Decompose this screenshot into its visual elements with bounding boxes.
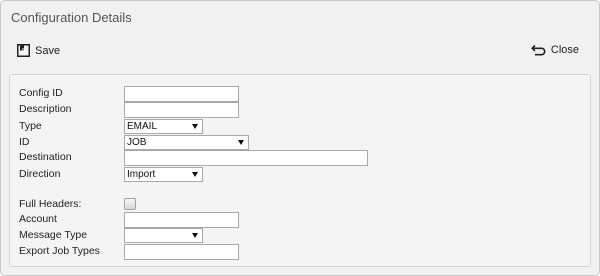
dropdown-arrow-icon [192, 172, 198, 177]
save-label: Save [35, 44, 61, 57]
description-label: Description [19, 103, 72, 115]
dropdown-arrow-icon [238, 140, 244, 145]
id-label: ID [19, 136, 30, 148]
undo-arrow-icon [530, 44, 546, 56]
destination-label: Destination [19, 151, 72, 163]
save-icon [17, 44, 30, 57]
dropdown-arrow-icon [192, 233, 198, 238]
account-label: Account [19, 213, 57, 225]
type-selected-value: EMAIL [127, 121, 158, 132]
direction-selected-value: Import [127, 169, 156, 180]
export-job-types-label: Export Job Types [19, 245, 100, 257]
direction-row: Direction Import [19, 167, 203, 182]
dropdown-arrow-icon [192, 124, 198, 129]
type-select[interactable]: EMAIL [124, 119, 203, 134]
id-select[interactable]: JOB [124, 135, 249, 150]
export-job-types-input[interactable] [124, 244, 239, 260]
destination-input[interactable] [124, 150, 368, 166]
config-id-input[interactable] [124, 86, 239, 102]
close-label: Close [550, 44, 579, 56]
configuration-dialog: Configuration Details Save Close Config … [0, 0, 600, 276]
direction-label: Direction [19, 168, 61, 180]
message-type-select[interactable] [124, 228, 203, 243]
description-input[interactable] [124, 102, 239, 118]
id-row: ID JOB [19, 135, 249, 150]
type-row: Type EMAIL [19, 119, 203, 134]
close-button[interactable]: Close [530, 44, 579, 56]
full-headers-checkbox[interactable] [124, 198, 136, 210]
dialog-title: Configuration Details [11, 10, 132, 25]
id-selected-value: JOB [127, 137, 147, 148]
account-input[interactable] [124, 212, 239, 228]
config-id-label: Config ID [19, 87, 63, 99]
full-headers-label: Full Headers: [19, 198, 82, 210]
save-button[interactable]: Save [17, 44, 60, 57]
message-type-label: Message Type [19, 229, 88, 241]
type-label: Type [19, 120, 42, 132]
message-type-row: Message Type [19, 228, 203, 243]
direction-select[interactable]: Import [124, 167, 203, 182]
